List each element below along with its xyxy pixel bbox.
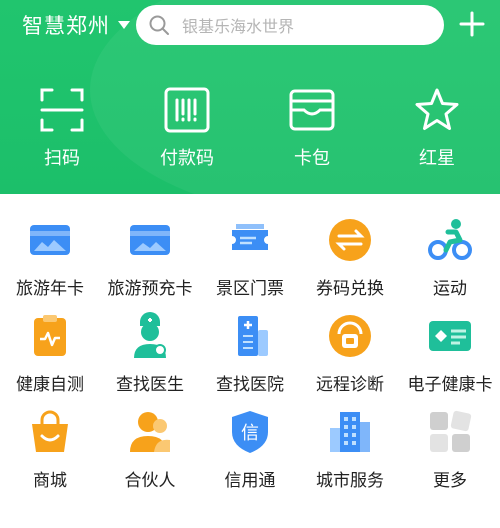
service-label: 城市服务 [316, 471, 384, 491]
service-more[interactable]: 更多 [400, 408, 500, 498]
service-partner[interactable]: 合伙人 [100, 408, 200, 498]
partner-icon [130, 412, 170, 452]
wallet-icon [289, 89, 335, 131]
ticket-icon [232, 224, 268, 250]
service-label: 运动 [433, 279, 467, 299]
city-building-icon [330, 412, 370, 452]
scan-button[interactable]: 扫码 [12, 86, 112, 186]
add-icon[interactable] [458, 10, 486, 38]
hospital-icon [238, 316, 268, 356]
service-coupon-exchange[interactable]: 券码兑换 [300, 216, 400, 306]
search-icon [149, 15, 169, 35]
city-name: 智慧郑州 [22, 14, 110, 38]
service-e-health-card[interactable]: 电子健康卡 [400, 312, 500, 402]
service-health-self-test[interactable]: 健康自测 [0, 312, 100, 402]
star-icon [415, 88, 459, 130]
service-label: 旅游预充卡 [107, 279, 193, 299]
service-label: 景区门票 [216, 279, 284, 299]
card-wallet-button[interactable]: 卡包 [262, 86, 362, 186]
prepaid-card-icon [130, 225, 170, 255]
service-label: 电子健康卡 [407, 375, 493, 395]
scan-label: 扫码 [44, 148, 80, 169]
service-travel-annual-card[interactable]: 旅游年卡 [0, 216, 100, 306]
card-wallet-label: 卡包 [294, 148, 330, 169]
city-selector[interactable]: 智慧郑州 [22, 11, 130, 39]
svg-text:信: 信 [241, 423, 259, 444]
service-label: 查找医生 [116, 375, 184, 395]
health-test-icon [34, 315, 66, 356]
service-find-hospital[interactable]: 查找医院 [200, 312, 300, 402]
service-label: 远程诊断 [316, 375, 384, 395]
doctor-icon [134, 312, 166, 358]
service-sports[interactable]: 运动 [400, 216, 500, 306]
payment-code-button[interactable]: 付款码 [137, 86, 237, 186]
shopping-bag-icon [32, 410, 68, 452]
service-credit[interactable]: 信 信用通 [200, 408, 300, 498]
service-label: 商城 [33, 471, 67, 491]
service-mall[interactable]: 商城 [0, 408, 100, 498]
service-city-services[interactable]: 城市服务 [300, 408, 400, 498]
service-label: 券码兑换 [316, 279, 384, 299]
scan-icon [40, 88, 84, 132]
payment-code-label: 付款码 [160, 148, 214, 169]
service-label: 健康自测 [16, 375, 84, 395]
service-remote-diagnosis[interactable]: 远程诊断 [300, 312, 400, 402]
service-label: 合伙人 [124, 471, 176, 491]
barcode-icon [164, 87, 210, 133]
service-label: 旅游年卡 [16, 279, 84, 299]
remote-diagnosis-icon [329, 315, 371, 357]
header-bar: 智慧郑州 银基乐海水世界 扫码 付款码 卡包 红星 [0, 0, 500, 194]
more-grid-icon [430, 410, 472, 452]
travel-card-icon [30, 225, 70, 255]
service-travel-prepaid-card[interactable]: 旅游预充卡 [100, 216, 200, 306]
red-star-button[interactable]: 红星 [387, 86, 487, 186]
service-label: 更多 [433, 471, 467, 491]
service-label: 信用通 [224, 471, 276, 491]
health-card-icon [429, 321, 471, 351]
service-find-doctor[interactable]: 查找医生 [100, 312, 200, 402]
caret-down-icon [118, 21, 130, 29]
red-star-label: 红星 [419, 148, 455, 169]
search-placeholder: 银基乐海水世界 [182, 17, 295, 36]
credit-shield-icon: 信 [232, 411, 268, 453]
service-label: 查找医院 [216, 375, 284, 395]
cycling-icon [428, 219, 472, 260]
service-scenic-ticket[interactable]: 景区门票 [200, 216, 300, 306]
search-bar[interactable]: 银基乐海水世界 [136, 5, 444, 45]
exchange-icon [329, 219, 371, 261]
